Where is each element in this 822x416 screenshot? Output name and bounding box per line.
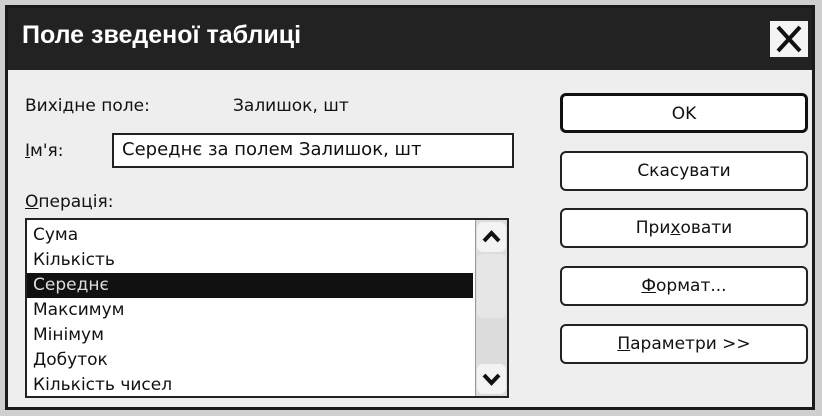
title-bar: Поле зведеної таблиці bbox=[8, 8, 812, 70]
list-item-average[interactable]: Середнє bbox=[27, 273, 473, 298]
dialog-title: Поле зведеної таблиці bbox=[22, 21, 302, 49]
scroll-up-button[interactable] bbox=[477, 222, 506, 252]
format-button[interactable]: Формат... bbox=[560, 266, 808, 306]
cancel-button[interactable]: Скасувати bbox=[560, 151, 808, 191]
name-input[interactable]: Середнє за полем Залишок, шт bbox=[112, 133, 514, 168]
list-scrollbar[interactable] bbox=[475, 220, 507, 396]
operation-label-text: перація: bbox=[38, 192, 114, 212]
name-label: Ім'я: bbox=[25, 141, 63, 161]
hide-button[interactable]: Приховати bbox=[560, 208, 808, 248]
scroll-down-button[interactable] bbox=[477, 364, 506, 394]
pivot-field-dialog: Поле зведеної таблиці Вихідне поле: Зали… bbox=[5, 5, 815, 410]
source-field-label: Вихідне поле: bbox=[25, 96, 150, 116]
close-icon bbox=[776, 25, 802, 53]
list-item-sum[interactable]: Сума bbox=[27, 223, 473, 248]
chevron-up-icon bbox=[482, 230, 501, 243]
hide-label-accesskey: х bbox=[670, 218, 681, 238]
scroll-thumb[interactable] bbox=[477, 254, 506, 318]
list-item-count[interactable]: Кількість bbox=[27, 248, 473, 273]
list-item-max[interactable]: Максимум bbox=[27, 298, 473, 323]
options-label-accesskey: П bbox=[617, 334, 631, 354]
list-item-product[interactable]: Добуток bbox=[27, 348, 473, 373]
options-button[interactable]: Параметри >> bbox=[560, 324, 808, 364]
operation-listbox[interactable]: Сума Кількість Середнє Максимум Мінімум … bbox=[25, 218, 509, 398]
name-label-text: м'я: bbox=[30, 141, 64, 161]
hide-label-end: овати bbox=[680, 218, 733, 238]
ok-button[interactable]: OK bbox=[560, 93, 808, 133]
operation-label: Операція: bbox=[25, 192, 113, 212]
format-label-text: ормат... bbox=[656, 276, 727, 296]
source-field-value: Залишок, шт bbox=[233, 96, 349, 116]
options-label-text: араметри >> bbox=[630, 334, 751, 354]
format-label-accesskey: Ф bbox=[641, 276, 657, 296]
operation-label-accesskey: О bbox=[25, 192, 39, 212]
hide-label-start: При bbox=[635, 218, 671, 238]
list-item-count-numbers[interactable]: Кількість чисел bbox=[27, 373, 473, 396]
list-item-min[interactable]: Мінімум bbox=[27, 323, 473, 348]
close-button[interactable] bbox=[768, 19, 810, 59]
chevron-down-icon bbox=[482, 373, 501, 386]
